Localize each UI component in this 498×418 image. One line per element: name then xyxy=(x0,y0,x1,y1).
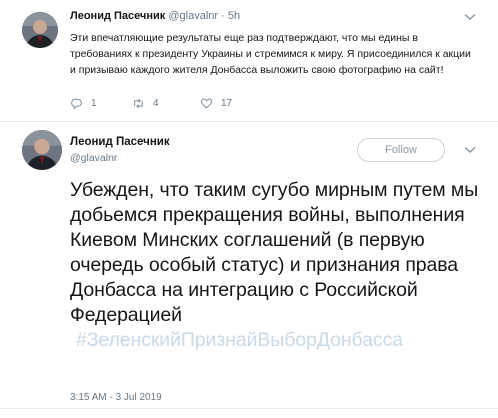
like-count: 17 xyxy=(221,98,233,109)
tweet-text: Убежден, что таким сугубо мирным путем м… xyxy=(70,179,479,326)
retweet-count: 4 xyxy=(153,98,159,109)
heart-icon xyxy=(200,98,213,109)
like-button[interactable]: 17 xyxy=(200,97,232,110)
author-avatar[interactable] xyxy=(22,130,62,170)
retweet-button[interactable]: 4 xyxy=(132,97,159,110)
tweet-time[interactable]: 5h xyxy=(228,10,240,22)
reply-button[interactable]: 1 xyxy=(70,97,97,110)
hashtag-link[interactable]: #ЗеленскийПризнайВыборДонбасса xyxy=(76,329,403,351)
separator-dot: · xyxy=(221,10,225,22)
author-handle[interactable]: @glavalnr xyxy=(70,152,117,164)
avatar-image xyxy=(22,12,58,48)
tweet-text: Эти впечатляющие результаты еще раз подт… xyxy=(70,32,471,76)
follow-button[interactable]: Follow xyxy=(357,138,445,162)
divider xyxy=(0,408,498,409)
chevron-down-icon[interactable] xyxy=(464,13,476,21)
chevron-down-icon[interactable] xyxy=(464,146,476,154)
tweet-body: Убежден, что таким сугубо мирным путем м… xyxy=(70,178,490,353)
author-name[interactable]: Леонид Пасечник xyxy=(70,136,170,148)
tweet-header: Леонид Пасечник @glavalnr · 5h xyxy=(70,10,240,22)
author-name[interactable]: Леонид Пасечник xyxy=(70,10,165,22)
author-handle[interactable]: @glavalnr xyxy=(168,10,218,22)
avatar-image xyxy=(22,130,62,170)
author-avatar[interactable] xyxy=(22,12,58,48)
divider xyxy=(0,121,498,122)
reply-icon xyxy=(71,98,82,110)
tweet-timestamp[interactable]: 3:15 AM - 3 Jul 2019 xyxy=(70,392,162,403)
retweet-icon xyxy=(134,98,143,109)
reply-count: 1 xyxy=(91,98,97,109)
